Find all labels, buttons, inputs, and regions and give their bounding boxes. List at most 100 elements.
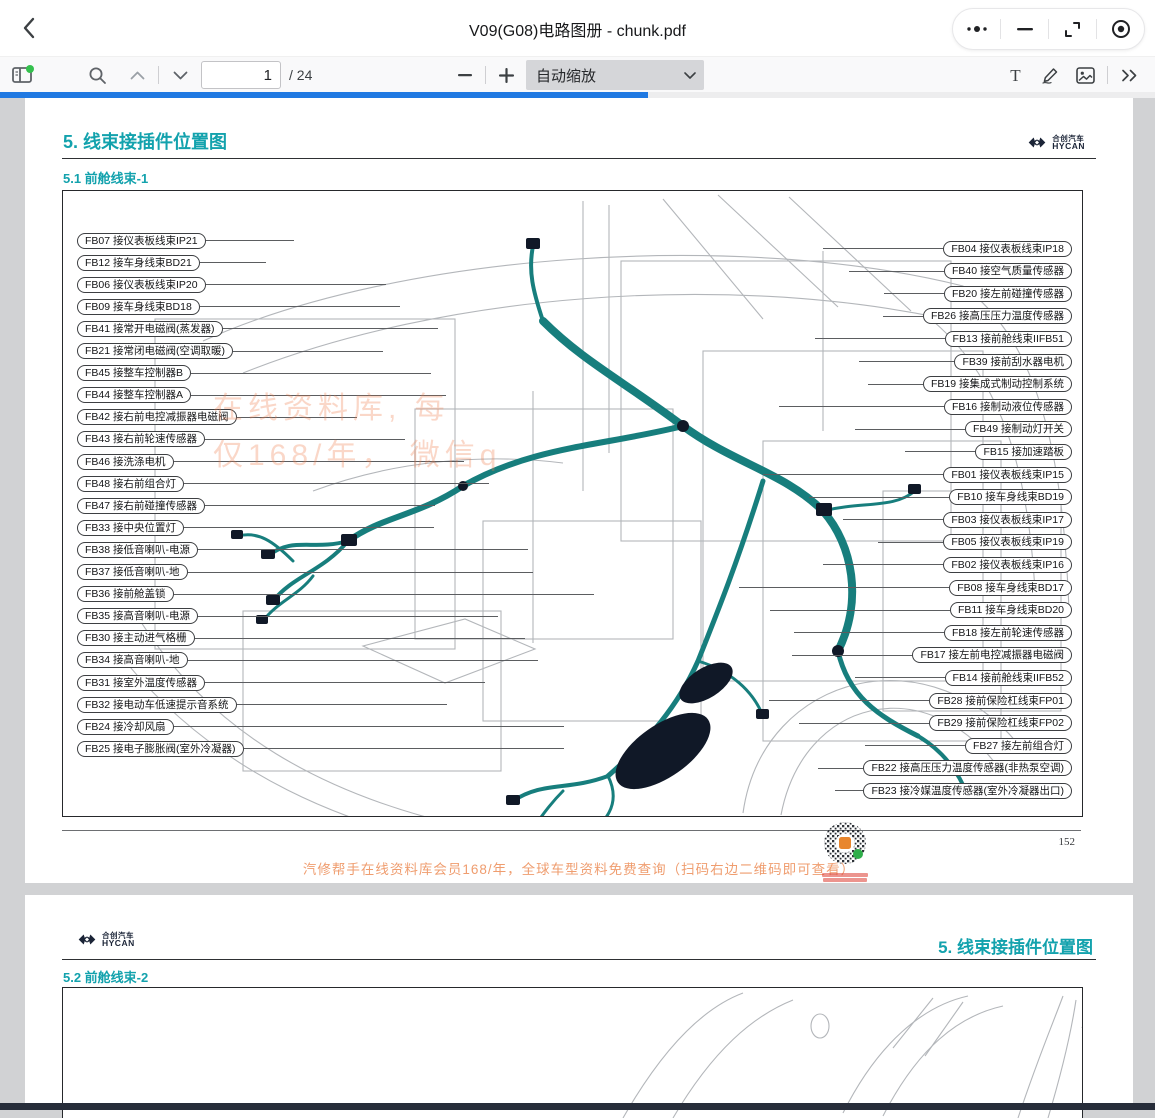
callout-label: FB28 接前保险杠线束FP01 <box>929 693 1072 709</box>
callout-row: FB10 接车身线束BD19 <box>809 490 1072 505</box>
leader-line <box>835 790 863 791</box>
wiring-diagram-artwork <box>63 988 1082 1118</box>
callout-label: FB49 接制动灯开关 <box>965 421 1072 437</box>
leader-line <box>884 293 944 294</box>
divider <box>485 66 486 84</box>
bottom-window-edge <box>0 1103 1155 1110</box>
stamp-caption-line <box>822 873 868 877</box>
leader-line <box>174 726 564 727</box>
callout-row: FB28 接前保险杠线束FP01 <box>769 693 1072 708</box>
callout-row: FB30 接主动进气格栅 <box>77 631 525 646</box>
callout-label: FB37 接低音喇叭-地 <box>77 564 188 580</box>
zoom-mode-select[interactable]: 自动缩放 <box>526 60 704 90</box>
callout-row: FB16 接制动液位传感器 <box>779 399 1072 414</box>
hycan-logo-icon <box>1027 134 1047 151</box>
subsection-heading: 5.1 前舱线束-1 <box>63 168 148 187</box>
callout-row: FB07 接仪表板线束IP21 <box>77 233 294 248</box>
callout-label: FB45 接整车控制器B <box>77 365 191 381</box>
callout-row: FB37 接低音喇叭-地 <box>77 565 533 580</box>
more-options-button[interactable] <box>953 9 1000 49</box>
search-button[interactable] <box>84 62 110 88</box>
callout-row: FB15 接加速踏板 <box>905 444 1072 459</box>
callout-label: FB23 接冷媒温度传感器(室外冷凝器出口) <box>863 783 1072 799</box>
wiring-diagram-2 <box>62 987 1083 1118</box>
callout-label: FB12 接车身线束BD21 <box>77 255 200 271</box>
pdf-toolbar: / 24 自动缩放 T <box>0 56 1155 93</box>
callout-row: FB31 接室外温度传感器 <box>77 675 485 690</box>
callout-label: FB20 接左前碰撞传感器 <box>944 286 1072 302</box>
subsection-heading: 5.2 前舱线束-2 <box>63 967 148 986</box>
callout-label: FB13 接前舱线束IIFB51 <box>945 331 1072 347</box>
footer-watermark: 汽修帮手在线资料库会员168/年，全球车型资料免费查询（扫码右边二维码即可查看） <box>25 858 1133 878</box>
pdf-page-2: 合创汽车 HYCAN 5. 线束接插件位置图 5.2 前舱线束-2 <box>25 895 1133 1103</box>
callout-label: FB41 接常开电磁阀(蒸发器) <box>77 321 223 337</box>
callout-label: FB38 接低音喇叭-电源 <box>77 542 198 558</box>
page-number-input[interactable] <box>201 61 281 89</box>
callout-label: FB31 接室外温度传感器 <box>77 675 205 691</box>
leader-line <box>174 594 594 595</box>
sidebar-toggle-icon <box>12 65 34 85</box>
heading-rule <box>62 158 1096 159</box>
text-tool-icon: T <box>1007 67 1024 84</box>
brand-logo: 合创汽车 HYCAN <box>77 931 135 948</box>
callout-label: FB36 接前舱盖锁 <box>77 586 174 602</box>
callout-row: FB35 接高音喇叭-电源 <box>77 609 498 624</box>
callout-row: FB25 接电子膨胀阀(室外冷凝器) <box>77 741 564 756</box>
leader-line <box>188 572 533 573</box>
insert-image-button[interactable] <box>1072 62 1098 88</box>
leader-line <box>818 768 863 769</box>
annotate-pencil-button[interactable] <box>1037 62 1063 88</box>
section-heading: 5. 线束接插件位置图 <box>938 933 1093 958</box>
leader-line <box>205 439 405 440</box>
zoom-out-button[interactable] <box>452 62 478 88</box>
callout-label: FB48 接右前组合灯 <box>77 476 184 492</box>
callout-label: FB30 接主动进气格栅 <box>77 630 195 646</box>
callout-label: FB27 接左前组合灯 <box>965 738 1072 754</box>
callout-row: FB44 接整车控制器A <box>77 388 446 403</box>
callout-row: FB36 接前舱盖锁 <box>77 587 594 602</box>
leader-line <box>237 417 357 418</box>
page-count-label: / 24 <box>289 67 312 83</box>
plus-icon <box>499 68 514 83</box>
more-tools-button[interactable] <box>1117 62 1143 88</box>
leader-line <box>855 677 945 678</box>
leader-line <box>815 338 945 339</box>
callout-row: FB34 接高音喇叭-地 <box>77 653 538 668</box>
callout-row: FB33 接中央位置灯 <box>77 520 434 535</box>
sidebar-toggle-button[interactable] <box>10 62 36 88</box>
callout-label: FB46 接洗涤电机 <box>77 454 174 470</box>
pdf-viewport[interactable]: 5. 线束接插件位置图 合创汽车 HYCAN 5.1 前舱线束-1 <box>0 98 1155 1103</box>
svg-text:T: T <box>1010 67 1021 84</box>
callout-row: FB41 接常开电磁阀(蒸发器) <box>77 321 438 336</box>
callout-row: FB40 接空气质量传感器 <box>849 264 1072 279</box>
callout-row: FB24 接冷却风扇 <box>77 719 564 734</box>
more-dots-icon <box>965 24 989 34</box>
leader-line <box>809 497 949 498</box>
double-chevron-icon <box>1121 69 1139 82</box>
divider <box>1107 66 1108 84</box>
zoom-in-button[interactable] <box>493 62 519 88</box>
leader-line <box>191 373 431 374</box>
text-tool-button[interactable]: T <box>1002 62 1028 88</box>
callout-label: FB29 接前保险杠线束FP02 <box>929 715 1072 731</box>
callout-label: FB39 接前刮水器电机 <box>954 354 1072 370</box>
callout-row: FB08 接车身线束BD17 <box>739 580 1072 595</box>
record-button[interactable] <box>1097 9 1144 49</box>
previous-page-button[interactable] <box>124 62 150 88</box>
callout-row: FB38 接低音喇叭-电源 <box>77 542 528 557</box>
maximize-button[interactable] <box>1049 9 1096 49</box>
callout-row: FB13 接前舱线束IIFB51 <box>815 331 1072 346</box>
callout-row: FB19 接集成式制动控制系统 <box>868 377 1072 392</box>
callout-label: FB16 接制动液位传感器 <box>944 399 1072 415</box>
callout-row: FB22 接高压压力温度传感器(非热泵空调) <box>818 761 1072 776</box>
callout-label: FB44 接整车控制器A <box>77 387 191 403</box>
callout-row: FB06 接仪表板线束IP20 <box>77 277 386 292</box>
leader-line <box>792 655 912 656</box>
chevron-down-icon <box>173 71 188 80</box>
leader-line <box>843 519 943 520</box>
minimize-button[interactable] <box>1001 9 1048 49</box>
window-controls <box>952 8 1145 50</box>
callout-label: FB42 接右前电控减振器电磁阀 <box>77 409 237 425</box>
next-page-button[interactable] <box>167 62 193 88</box>
leader-line <box>223 328 438 329</box>
